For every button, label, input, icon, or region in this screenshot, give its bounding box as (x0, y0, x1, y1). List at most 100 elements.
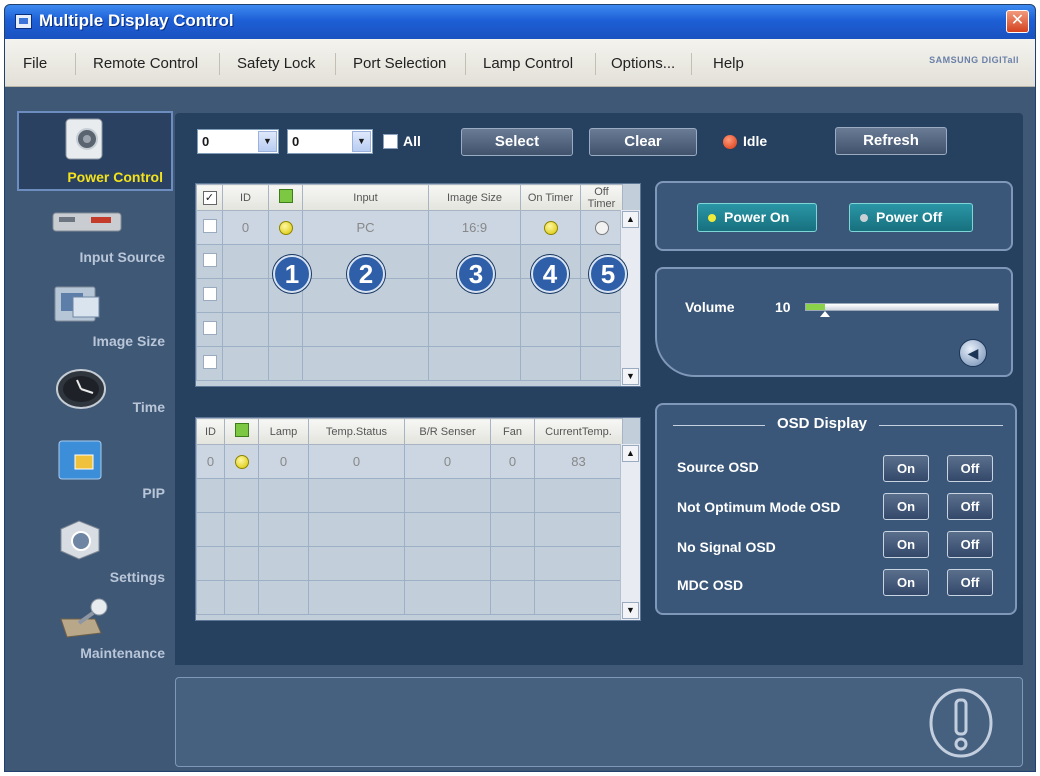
column-header-fan[interactable]: Fan (490, 418, 535, 445)
table-row[interactable] (196, 546, 623, 581)
lamp-status-table: ID Lamp Temp.Status B/R Senser Fan Curre… (195, 417, 641, 621)
mdc-osd-on-button[interactable]: On (883, 569, 929, 596)
title-bar[interactable]: Multiple Display Control ✕ (5, 5, 1035, 39)
cell-power (268, 210, 303, 245)
power-on-label: Power On (724, 209, 790, 225)
not-optimum-mode-osd-off-button[interactable]: Off (947, 493, 993, 520)
volume-slider[interactable] (805, 303, 999, 317)
row-checkbox[interactable] (196, 312, 223, 347)
mdc-osd-off-button[interactable]: Off (947, 569, 993, 596)
column-header-on-timer[interactable]: On Timer (520, 184, 581, 211)
all-checkbox[interactable] (383, 134, 398, 149)
not-optimum-mode-osd-on-button[interactable]: On (883, 493, 929, 520)
nav-maintenance[interactable]: Maintenance (17, 595, 173, 665)
all-label: All (403, 133, 421, 149)
source-osd-off-button[interactable]: Off (947, 455, 993, 482)
table-row[interactable] (196, 580, 623, 615)
chevron-down-icon[interactable]: ▼ (352, 131, 371, 152)
column-header-off-timer[interactable]: Off Timer (580, 184, 623, 211)
callout-marker: 2 (347, 255, 385, 293)
callout-marker: 4 (531, 255, 569, 293)
refresh-button[interactable]: Refresh (835, 127, 947, 155)
menu-options[interactable]: Options... (603, 54, 683, 74)
menu-safety-lock[interactable]: Safety Lock (229, 54, 323, 74)
clear-button[interactable]: Clear (589, 128, 697, 156)
column-header-id[interactable]: ID (196, 418, 225, 445)
scroll-down-icon[interactable]: ▼ (622, 368, 639, 385)
column-header-image-size[interactable]: Image Size (428, 184, 521, 211)
id-select-start[interactable]: 0 ▼ (197, 129, 279, 154)
nav-settings[interactable]: Settings (17, 515, 173, 587)
nav-input-source[interactable]: Input Source (17, 201, 173, 275)
column-header-input[interactable]: Input (302, 184, 429, 211)
nav-label: Image Size (92, 333, 165, 349)
table-row[interactable] (196, 312, 623, 347)
menu-file[interactable]: File (15, 54, 55, 74)
row-checkbox[interactable] (196, 210, 223, 245)
nav-image-size[interactable]: Image Size (17, 281, 173, 359)
row-checkbox[interactable] (196, 346, 223, 381)
column-header-lamp[interactable]: Lamp (258, 418, 309, 445)
mdc-osd-label: MDC OSD (677, 577, 744, 593)
table-row[interactable]: 0 0 0 0 0 83 (196, 444, 623, 479)
power-off-button[interactable]: Power Off (849, 203, 973, 232)
row-checkbox[interactable] (196, 244, 223, 279)
menu-help[interactable]: Help (705, 54, 752, 74)
menu-separator (691, 53, 692, 75)
cell-current-temp: 83 (534, 444, 623, 479)
power-control-icon (65, 118, 103, 160)
table-row[interactable]: 0 PC 16:9 (196, 210, 623, 245)
scroll-down-icon[interactable]: ▼ (622, 602, 639, 619)
volume-fill (806, 304, 826, 310)
column-header-current-temp[interactable]: CurrentTemp. (534, 418, 623, 445)
column-header-br-senser[interactable]: B/R Senser (404, 418, 491, 445)
select-all-checkbox[interactable]: ✓ (196, 184, 223, 211)
clock-icon (56, 369, 106, 409)
cell-image-size: 16:9 (428, 210, 521, 245)
status-label: Idle (743, 133, 768, 149)
menu-separator (465, 53, 466, 75)
menu-port-selection[interactable]: Port Selection (345, 54, 454, 74)
power-on-button[interactable]: Power On (697, 203, 817, 232)
cell-id: 0 (222, 210, 269, 245)
nav-label: PIP (142, 485, 165, 501)
bottom-grid-scrollbar[interactable]: ▲ ▼ (620, 444, 640, 620)
no-signal-osd-off-button[interactable]: Off (947, 531, 993, 558)
scroll-up-icon[interactable]: ▲ (622, 445, 639, 462)
osd-display-panel: OSD Display Source OSD On Off Not Optimu… (655, 403, 1017, 615)
select-button[interactable]: Select (461, 128, 573, 156)
top-grid-scrollbar[interactable]: ▲ ▼ (620, 210, 640, 386)
status-indicator-icon (723, 135, 737, 149)
source-osd-on-button[interactable]: On (883, 455, 929, 482)
nav-power-control[interactable]: Power Control (17, 111, 173, 191)
nav-label: Maintenance (80, 645, 165, 661)
callout-marker: 5 (589, 255, 627, 293)
table-row[interactable] (196, 512, 623, 547)
nav-time[interactable]: Time (17, 365, 173, 429)
column-header-temp-status[interactable]: Temp.Status (308, 418, 405, 445)
power-off-label: Power Off (876, 209, 943, 225)
menu-lamp-control[interactable]: Lamp Control (475, 54, 581, 74)
speaker-icon[interactable]: ◀ (959, 339, 987, 367)
column-header-power[interactable] (224, 418, 259, 445)
row-checkbox[interactable] (196, 278, 223, 313)
column-header-id[interactable]: ID (222, 184, 269, 211)
id-select-end[interactable]: 0 ▼ (287, 129, 373, 154)
scroll-up-icon[interactable]: ▲ (622, 211, 639, 228)
table-row[interactable] (196, 346, 623, 381)
power-on-dot-icon (708, 214, 716, 222)
no-signal-osd-on-button[interactable]: On (883, 531, 929, 558)
volume-thumb[interactable] (820, 311, 831, 317)
nav-label: Power Control (67, 169, 163, 185)
menu-remote-control[interactable]: Remote Control (85, 54, 206, 74)
power-status-icon (278, 189, 293, 203)
chevron-down-icon[interactable]: ▼ (258, 131, 277, 152)
on-timer-led-icon (543, 221, 558, 236)
close-button[interactable]: ✕ (1006, 10, 1029, 33)
table-row[interactable] (196, 478, 623, 513)
nav-pip[interactable]: PIP (17, 437, 173, 503)
osd-title: OSD Display (765, 415, 880, 432)
power-on-led-icon (234, 455, 249, 470)
column-header-power[interactable] (268, 184, 303, 211)
volume-panel: Volume 10 ◀ (655, 267, 1013, 377)
